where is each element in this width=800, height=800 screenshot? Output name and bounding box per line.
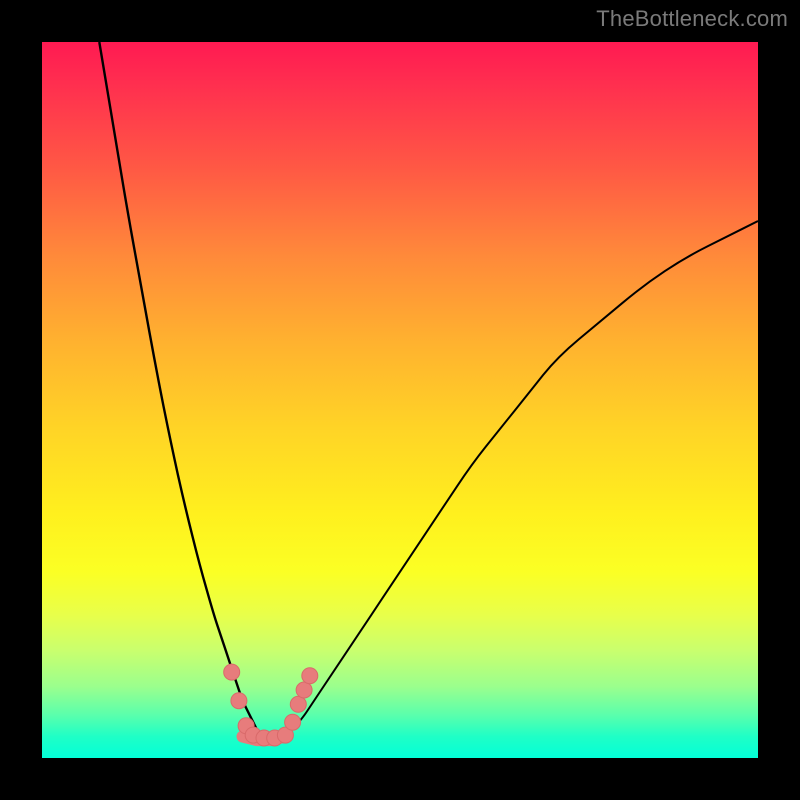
data-marker (231, 693, 247, 709)
data-marker (296, 682, 312, 698)
curve-right-branch (285, 221, 758, 737)
data-marker (302, 668, 318, 684)
watermark-label: TheBottleneck.com (596, 6, 788, 32)
chart-plot-area (42, 42, 758, 758)
data-marker (224, 664, 240, 680)
chart-frame: TheBottleneck.com (0, 0, 800, 800)
data-marker (290, 696, 306, 712)
curve-left-branch (99, 42, 256, 729)
data-marker (285, 714, 301, 730)
bottleneck-curve (42, 42, 758, 758)
